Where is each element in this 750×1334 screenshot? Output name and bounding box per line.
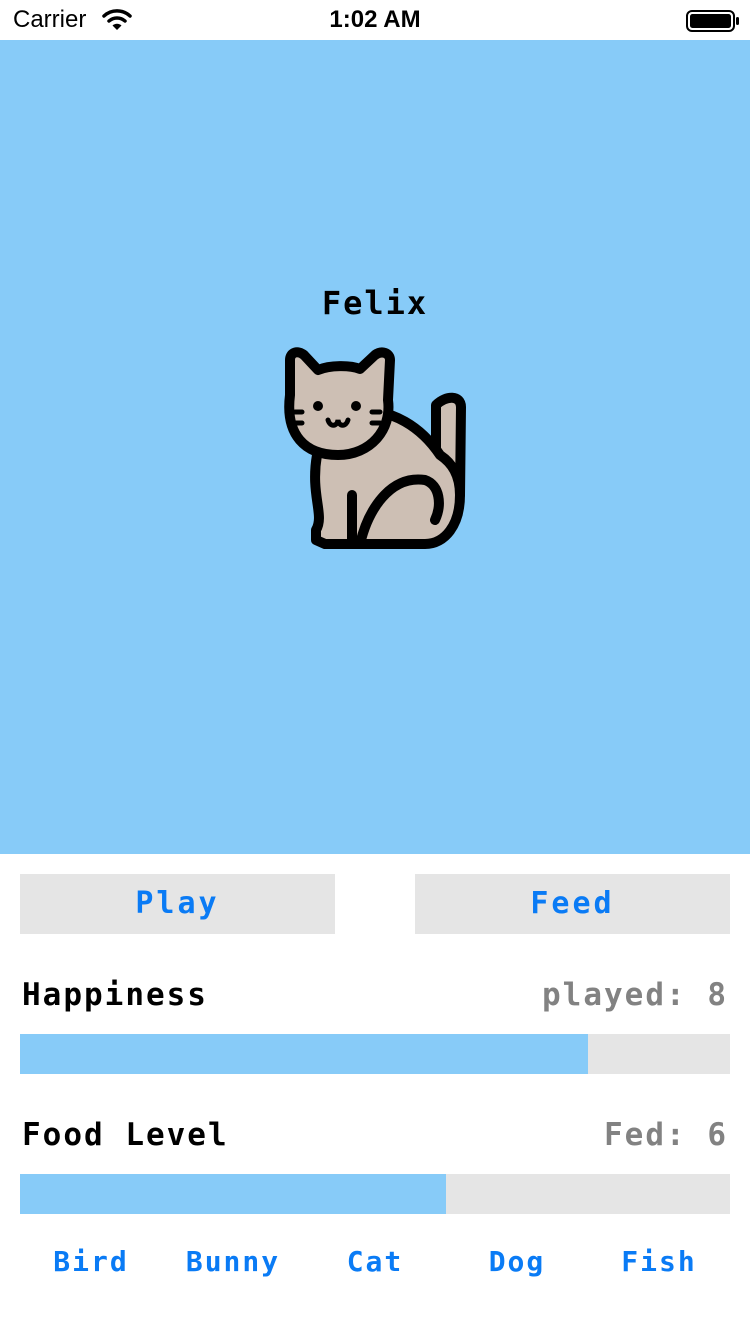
play-button[interactable]: Play bbox=[20, 874, 335, 934]
cat-icon bbox=[284, 347, 466, 549]
happiness-count: played: 8 bbox=[542, 977, 728, 1013]
battery-icon bbox=[686, 10, 739, 32]
status-bar: Carrier 1:02 AM bbox=[0, 0, 750, 40]
pet-stage: Felix bbox=[0, 40, 750, 854]
pet-tab-bunny[interactable]: Bunny bbox=[162, 1240, 304, 1284]
pet-tab-cat[interactable]: Cat bbox=[304, 1240, 446, 1284]
pet-tab-fish[interactable]: Fish bbox=[588, 1240, 730, 1284]
pet-selector: Bird Bunny Cat Dog Fish bbox=[20, 1240, 730, 1284]
happiness-label: Happiness bbox=[22, 977, 208, 1013]
food-level-label: Food Level bbox=[22, 1117, 229, 1153]
happiness-bar-fill bbox=[20, 1034, 588, 1074]
food-count: Fed: 6 bbox=[604, 1117, 728, 1153]
pet-tab-dog[interactable]: Dog bbox=[446, 1240, 588, 1284]
feed-button[interactable]: Feed bbox=[415, 874, 730, 934]
happiness-bar bbox=[20, 1034, 730, 1074]
food-level-bar bbox=[20, 1174, 730, 1214]
pet-name: Felix bbox=[321, 284, 429, 322]
pet-tab-bird[interactable]: Bird bbox=[20, 1240, 162, 1284]
status-time: 1:02 AM bbox=[329, 6, 421, 33]
food-level-bar-fill bbox=[20, 1174, 446, 1214]
